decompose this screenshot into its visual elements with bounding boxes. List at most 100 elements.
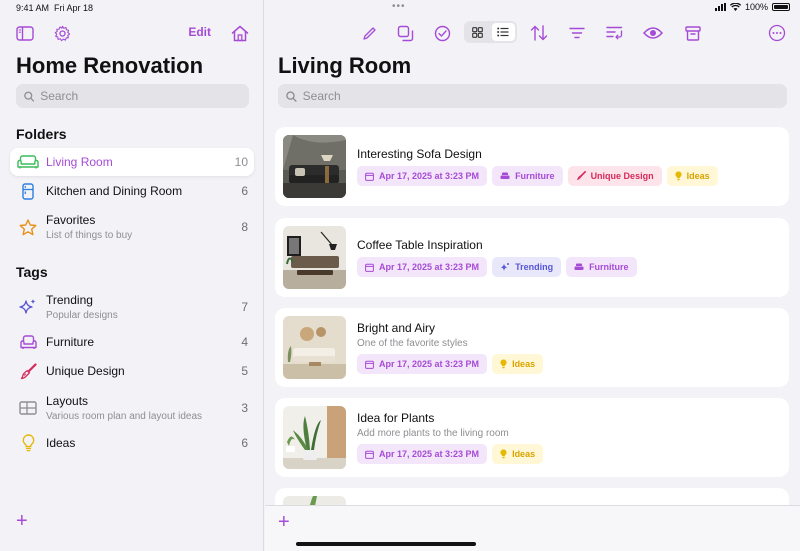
sofa-photo-thumbnail [283,135,346,198]
sidebar-search-input[interactable] [40,89,249,103]
sidebar-item-subtitle: Popular designs [46,310,118,321]
date-text: Apr 17, 2025 at 3:23 PM [379,449,480,459]
sidebar-search[interactable] [16,84,249,108]
sofa-icon [10,155,46,169]
tag-label: Ideas [512,359,536,369]
sidebar-item-furniture[interactable]: Furniture 4 [10,328,254,356]
gear-icon[interactable] [53,24,71,42]
sidebar-toggle-icon[interactable] [16,24,34,42]
note-card[interactable]: Bright and Airy One of the favorite styl… [275,308,789,387]
sidebar-item-count: 5 [241,364,248,378]
search-icon [286,90,297,102]
sidebar-add-icon[interactable]: + [16,511,28,531]
edit-button[interactable]: Edit [188,25,211,39]
search-icon [24,91,35,102]
paintbrush-icon [10,362,46,380]
date-badge: Apr 17, 2025 at 3:23 PM [357,444,488,464]
sidebar-toolbar: Edit [16,23,250,43]
note-card[interactable] [275,488,789,505]
lightbulb-icon [500,359,507,369]
note-title: Coffee Table Inspiration [357,238,483,252]
main-toolbar [265,21,800,44]
home-indicator[interactable] [296,542,476,546]
tag-label: Trending [515,262,554,272]
note-list: Interesting Sofa Design Apr 17, 2025 at … [275,127,789,505]
sidebar-item-label: Furniture [46,335,95,349]
main-search[interactable] [278,84,787,108]
sidebar-item-count: 4 [241,335,248,349]
status-bar: 9:41 AM Fri Apr 18 ••• 100% [0,0,800,16]
more-options-icon[interactable] [766,22,788,44]
calendar-icon [365,172,374,181]
armchair-icon [500,172,510,179]
tag-chip-furniture[interactable]: Furniture [566,257,637,277]
note-card[interactable]: Coffee Table Inspiration Apr 17, 2025 at… [275,218,789,297]
status-time: 9:41 AM [16,3,50,13]
sidebar-item-label: Kitchen and Dining Room [46,184,183,198]
tag-chip-ideas[interactable]: Ideas [492,444,544,464]
sidebar-item-trending[interactable]: Trending Popular designs 7 [10,288,254,326]
battery-icon [772,3,790,11]
tag-chip-furniture[interactable]: Furniture [492,166,563,186]
duplicate-icon[interactable] [394,22,416,44]
note-card[interactable]: Idea for Plants Add more plants to the l… [275,398,789,477]
list-view-icon[interactable] [491,23,515,41]
bright-room-photo-thumbnail [283,316,346,379]
archive-icon[interactable] [682,22,704,44]
note-title: Idea for Plants [357,411,435,425]
date-badge: Apr 17, 2025 at 3:23 PM [357,166,488,186]
armchair-icon [10,334,46,350]
fridge-icon [10,182,46,200]
note-card[interactable]: Interesting Sofa Design Apr 17, 2025 at … [275,127,789,206]
note-title: Interesting Sofa Design [357,147,482,161]
sort-icon[interactable] [528,22,550,44]
tag-chip-ideas[interactable]: Ideas [492,354,544,374]
sidebar-item-kitchen[interactable]: Kitchen and Dining Room 6 [10,177,254,205]
tags-heading: Tags [16,264,48,280]
tag-label: Furniture [515,171,555,181]
calendar-icon [365,263,374,272]
sparkles-icon [10,298,46,316]
paintbrush-icon [576,171,586,181]
eye-icon[interactable] [642,22,664,44]
tag-label: Ideas [512,449,536,459]
sidebar-item-count: 3 [241,401,248,415]
filter-icon[interactable] [566,22,588,44]
tag-chip-unique-design[interactable]: Unique Design [567,166,662,186]
add-note-icon[interactable]: + [278,512,290,532]
sidebar-item-layouts[interactable]: Layouts Various room plan and layout ide… [10,389,254,427]
sidebar-item-unique-design[interactable]: Unique Design 5 [10,357,254,385]
multitasking-dots-icon[interactable]: ••• [392,1,406,12]
sidebar-item-label: Trending [46,293,93,307]
sidebar-item-living-room[interactable]: Living Room 10 [10,148,254,176]
group-icon[interactable] [603,22,625,44]
cellular-signal-icon [714,3,726,11]
armchair-icon [574,263,584,270]
main-search-input[interactable] [302,89,787,103]
note-photo-thumbnail [283,496,346,505]
sidebar-item-ideas[interactable]: Ideas 6 [10,429,254,457]
home-icon[interactable] [230,23,250,43]
checkmark-circle-icon[interactable] [431,22,453,44]
sidebar-item-count: 6 [241,184,248,198]
pencil-icon[interactable] [358,22,380,44]
sidebar-item-subtitle: Various room plan and layout ideas [46,411,203,422]
tag-label: Unique Design [590,171,654,181]
lightbulb-icon [10,434,46,452]
view-mode-switch [464,21,517,43]
date-text: Apr 17, 2025 at 3:23 PM [379,359,480,369]
tag-label: Furniture [589,262,629,272]
tag-chip-ideas[interactable]: Ideas [666,166,718,186]
sidebar-item-favorites[interactable]: Favorites List of things to buy 8 [10,208,254,246]
sidebar-item-count: 8 [241,220,248,234]
tag-chip-trending[interactable]: Trending [492,257,562,277]
date-text: Apr 17, 2025 at 3:23 PM [379,262,480,272]
sparkles-icon [500,263,510,271]
sidebar-item-count: 10 [234,155,248,169]
lightbulb-icon [500,449,507,459]
sidebar-item-count: 7 [241,300,248,314]
grid-view-icon[interactable] [466,23,490,41]
date-badge: Apr 17, 2025 at 3:23 PM [357,354,488,374]
page-title: Living Room [278,53,412,78]
sidebar-title: Home Renovation [16,53,204,78]
